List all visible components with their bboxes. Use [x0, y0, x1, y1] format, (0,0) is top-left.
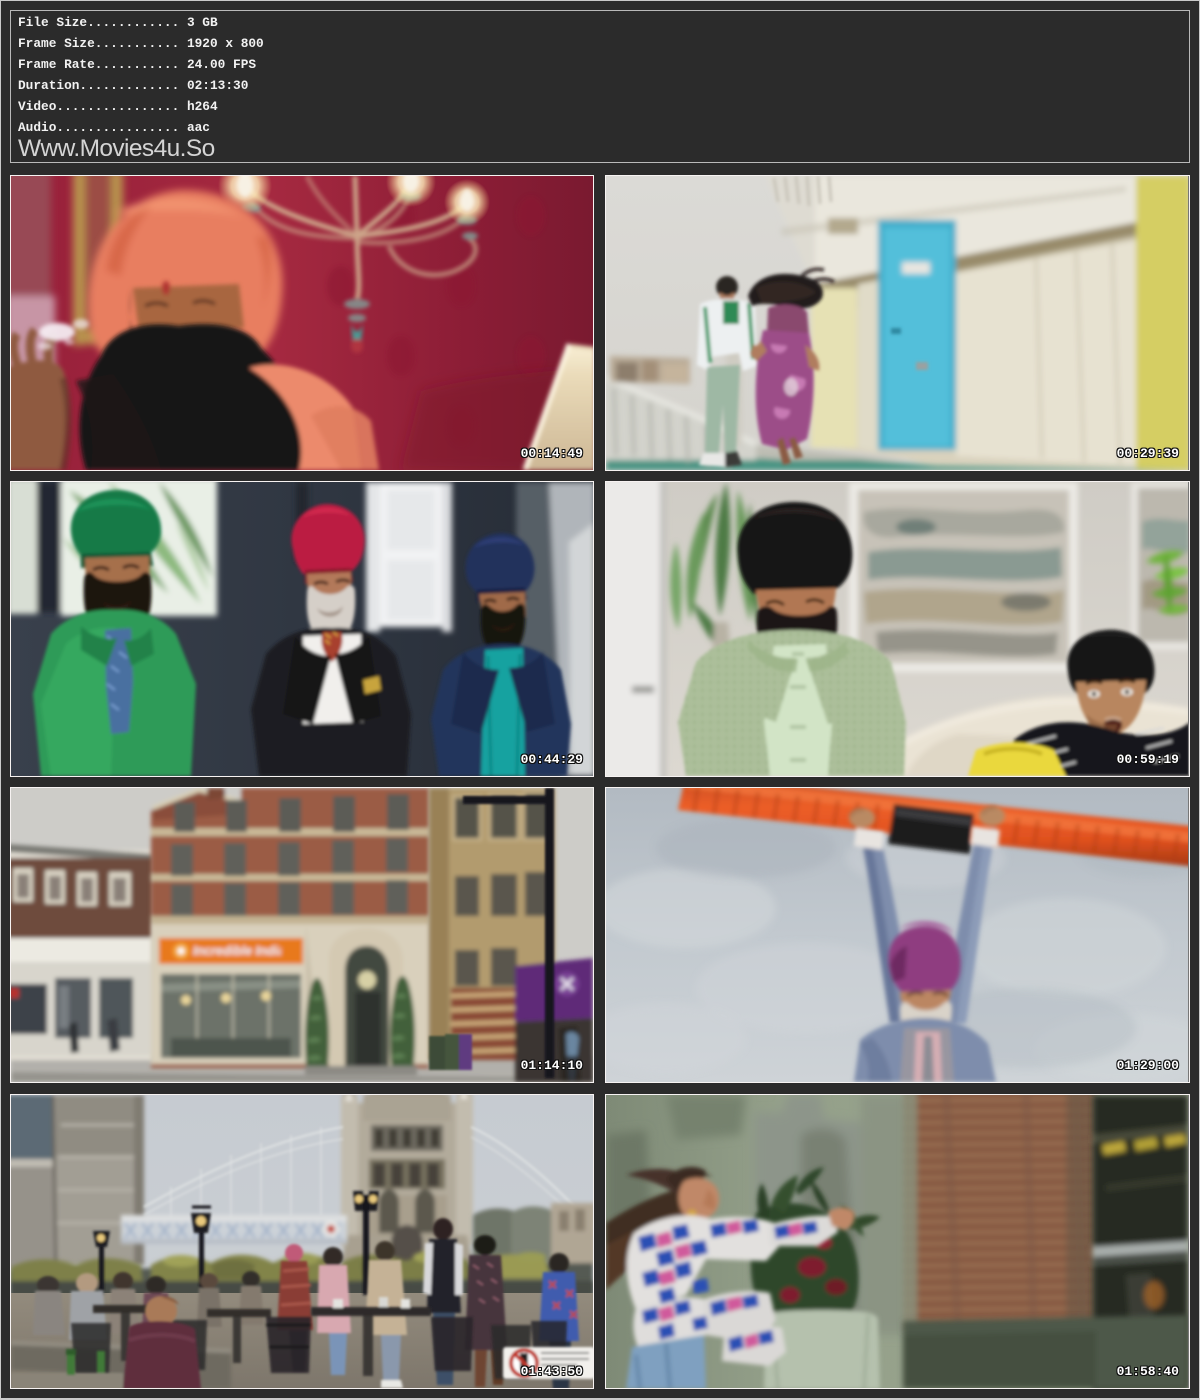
svg-text:Incredible India: Incredible India	[193, 944, 285, 958]
